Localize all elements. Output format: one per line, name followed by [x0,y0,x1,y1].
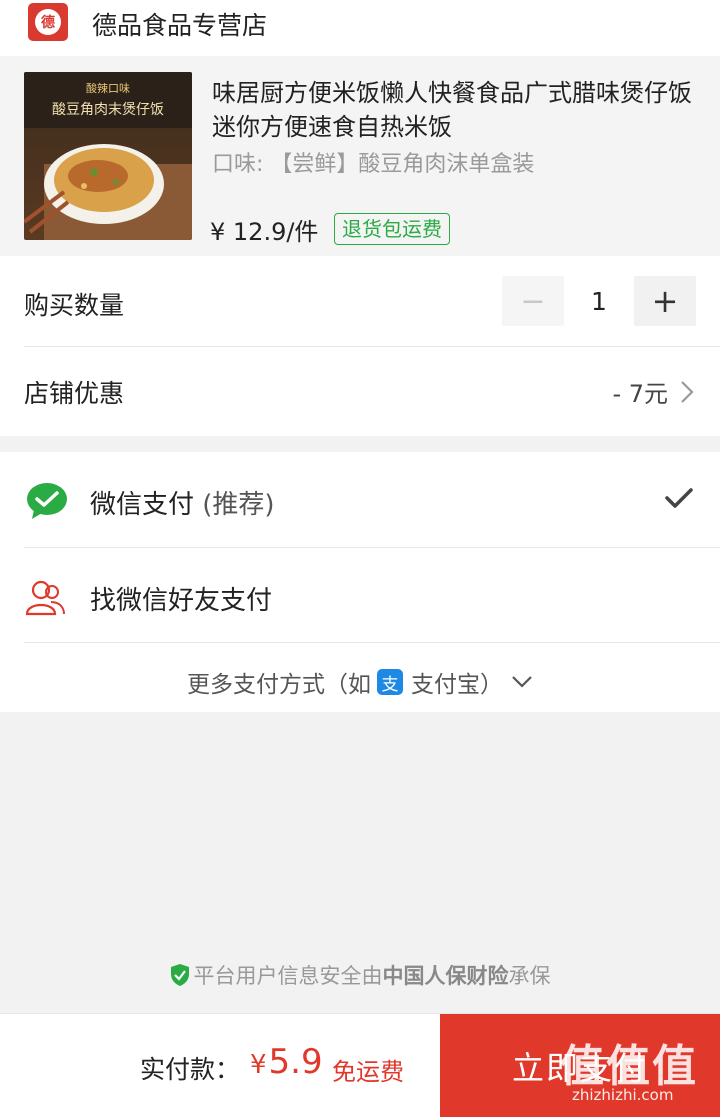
security-notice-prefix: 平台用户信息安全由 [193,964,383,988]
quantity-value[interactable]: 1 [566,276,632,326]
shield-icon [170,964,189,986]
check-icon [665,488,693,508]
total-amount: 5.9 [268,1042,323,1082]
wechat-pay-option[interactable]: 微信支付 (推荐) [90,484,275,521]
product-price: ¥ 12.9/件 [210,218,319,246]
watermark-url: zhizhizhi.com [572,1086,674,1104]
quantity-increase-button[interactable]: + [634,276,696,326]
wechat-pay-label: 微信支付 [90,490,195,520]
divider [24,346,720,347]
free-shipping-label: 免运费 [332,1058,404,1086]
order-options: 购买数量 − 1 + 店铺优惠 - 7元 [0,256,720,436]
security-notice: 平台用户信息安全由 中国人保财险 承保 [0,960,720,990]
quantity-label: 购买数量 [24,291,125,320]
watermark: 值值值 [560,1041,698,1092]
store-header: 德 德品食品专营店 [0,0,720,56]
wechat-pay-icon [27,483,67,519]
more-payment-suffix: 支付宝） [411,672,503,698]
payment-methods: 微信支付 (推荐) 找微信好友支付 更多支付方式（如 支 支付宝） [0,452,720,712]
image-caption-top: 酸辣口味 [86,81,130,95]
insurer-name: 中国人保财险 [382,964,509,988]
product-image[interactable]: 酸辣口味 酸豆角肉末煲仔饭 [24,72,192,240]
store-name[interactable]: 德品食品专营店 [92,6,267,42]
store-logo[interactable]: 德 [28,3,68,41]
friend-pay-icon [25,580,65,616]
quantity-decrease-button[interactable]: − [502,276,564,326]
product-flavor[interactable]: 口味: 【尝鲜】酸豆角肉沫单盒装 [212,146,534,178]
currency-symbol: ¥ [250,1050,267,1080]
total-label: 实付款： [140,1055,241,1084]
store-discount-label: 店铺优惠 [24,379,125,408]
divider [24,642,720,643]
return-shipping-badge: 退货包运费 [334,213,450,245]
chevron-down-icon [512,676,532,688]
store-logo-glyph: 德 [35,9,61,35]
total-price: ¥5.9 [250,1042,323,1082]
alipay-icon: 支 [377,669,403,695]
more-payment-methods[interactable]: 更多支付方式（如 支 支付宝） [0,660,720,704]
more-payment-prefix: 更多支付方式（如 [187,672,371,698]
recommend-tag: (推荐) [202,490,275,520]
friend-pay-option[interactable]: 找微信好友支付 [90,580,272,617]
security-notice-suffix: 承保 [508,964,551,988]
chevron-right-icon[interactable] [680,380,694,404]
store-discount-value[interactable]: - 7元 [612,374,668,409]
divider [24,547,720,548]
product-card: 酸辣口味 酸豆角肉末煲仔饭 味居厨方便米饭懒人快餐食品广式腊味煲仔饭迷你方便速食… [0,56,720,256]
product-title[interactable]: 味居厨方便米饭懒人快餐食品广式腊味煲仔饭迷你方便速食自热米饭 [212,76,692,144]
image-caption-main: 酸豆角肉末煲仔饭 [52,101,164,118]
